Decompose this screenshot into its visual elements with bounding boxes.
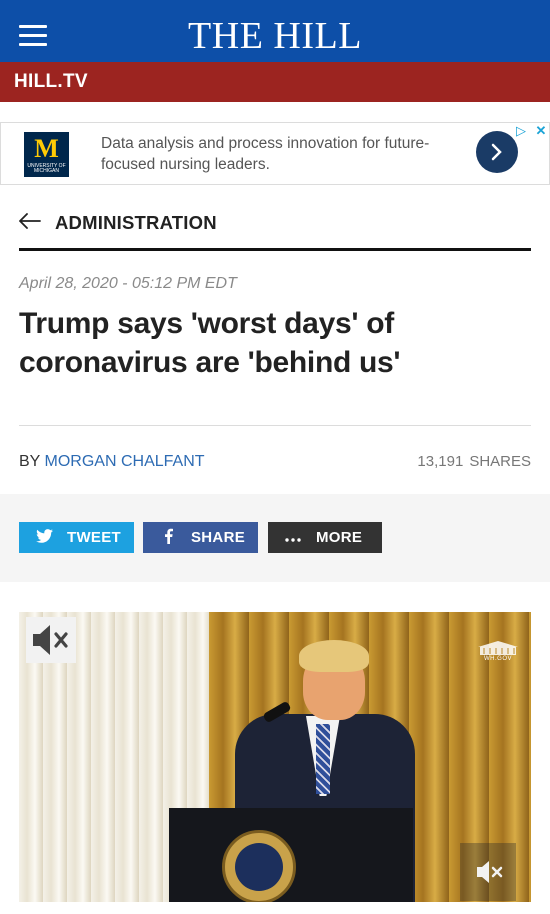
tweet-button[interactable]: TWEET [19,522,134,553]
ad-banner[interactable]: M UNIVERSITY OF MICHIGAN Data analysis a… [0,122,550,185]
hilltv-label[interactable]: HILL.TV [14,71,88,93]
whitehouse-watermark-icon: WH.GOV [476,638,520,664]
video-frame-tie [316,724,330,794]
byline: BY MORGAN CHALFANT [19,452,205,472]
ad-badges: ▷ ✕ [512,122,550,140]
article-date: April 28, 2020 - 05:12 PM EDT [19,275,237,292]
section-label[interactable]: ADMINISTRATION [55,212,217,234]
more-share-button[interactable]: MORE [268,522,382,553]
site-logo[interactable]: THE HILL [0,14,550,58]
site-header: THE HILL [0,0,550,62]
ad-text[interactable]: Data analysis and process innovation for… [101,133,461,175]
section-divider [19,248,531,251]
share-count-label: SHARES [469,453,531,470]
share-label: SHARE [191,529,246,546]
twitter-icon [33,528,55,547]
presidential-seal [222,830,296,902]
share-count: 13,191 SHARES [417,452,531,472]
facebook-icon [157,528,179,548]
author-link[interactable]: MORGAN CHALFANT [45,453,205,470]
divider [19,425,531,426]
watermark-label: WH.GOV [484,656,512,662]
university-logo: M UNIVERSITY OF MICHIGAN [24,132,69,177]
video-frame-hair [299,640,369,672]
logo-letter: M [34,134,59,163]
speaker-muted-icon[interactable] [26,617,76,663]
arrow-left-icon [19,212,41,234]
video-player[interactable] [19,612,531,902]
section-back-link[interactable]: ADMINISTRATION [19,208,217,238]
logo-subtext: UNIVERSITY OF MICHIGAN [27,163,66,174]
speaker-muted-icon-small[interactable] [460,843,516,901]
facebook-share-button[interactable]: SHARE [143,522,258,553]
share-count-number: 13,191 [417,453,464,470]
close-icon[interactable]: ✕ [532,122,550,140]
more-label: MORE [316,529,363,546]
ad-choices-icon[interactable]: ▷ [512,122,530,140]
ellipsis-icon [282,529,304,546]
hilltv-bar[interactable]: HILL.TV [0,62,550,102]
byline-prefix: BY [19,453,41,470]
article-headline: Trump says 'worst days' of coronavirus a… [19,307,401,379]
tweet-label: TWEET [67,529,121,546]
